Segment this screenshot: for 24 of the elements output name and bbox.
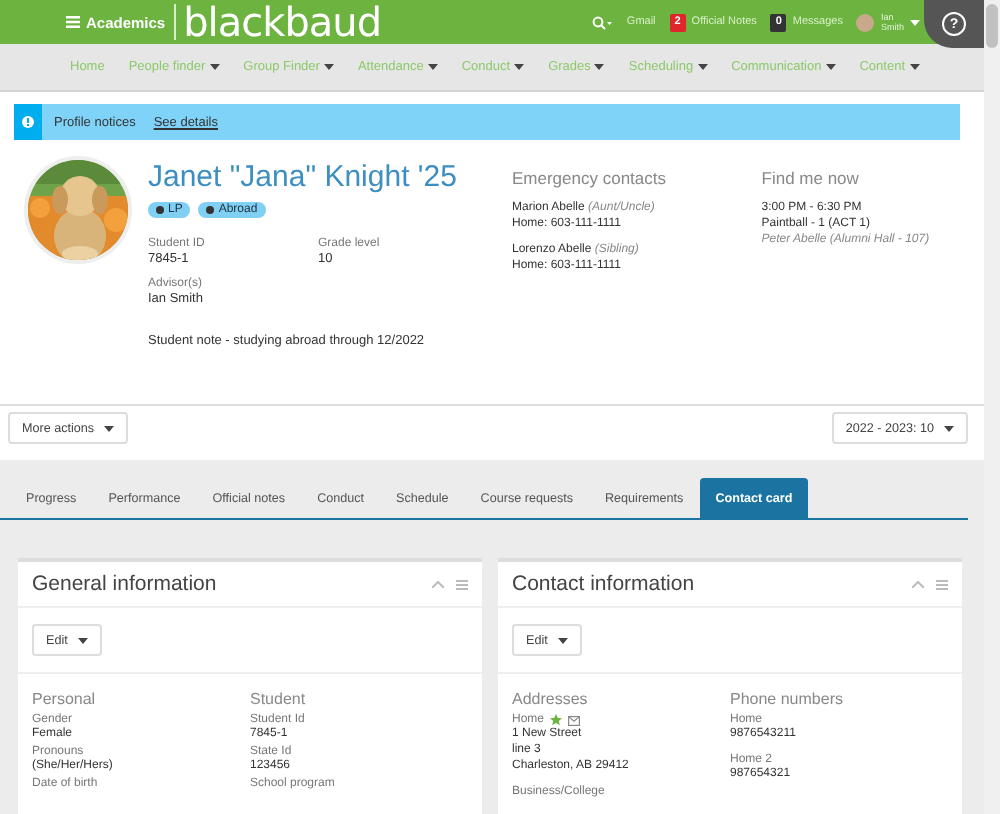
caret-icon — [910, 19, 920, 25]
grid-icon[interactable] — [456, 579, 468, 589]
section-title: Emergency contacts — [512, 168, 669, 188]
card-title: Contact information — [512, 572, 697, 596]
caret-icon — [557, 637, 568, 643]
scrollbar[interactable] — [984, 0, 1000, 814]
avatar[interactable] — [856, 13, 875, 31]
section-title: Addresses — [512, 690, 590, 708]
menu-icon[interactable] — [66, 16, 80, 28]
section-title: Phone numbers — [730, 690, 845, 708]
card-title: General information — [32, 572, 219, 596]
caret-icon — [77, 637, 88, 643]
section-title: Personal — [32, 690, 98, 708]
caret-icon — [944, 425, 954, 431]
section-title: Student — [250, 690, 308, 708]
section-title: Find me now — [761, 168, 861, 188]
collapse-icon[interactable] — [432, 580, 444, 588]
search-icon[interactable] — [592, 15, 613, 29]
grid-icon[interactable] — [936, 579, 948, 589]
mail-icon[interactable] — [568, 715, 581, 725]
info-icon — [22, 116, 34, 128]
collapse-icon[interactable] — [912, 580, 924, 588]
student-name: Janet "Jana" Knight '25 — [148, 160, 459, 194]
caret-icon — [104, 425, 115, 431]
